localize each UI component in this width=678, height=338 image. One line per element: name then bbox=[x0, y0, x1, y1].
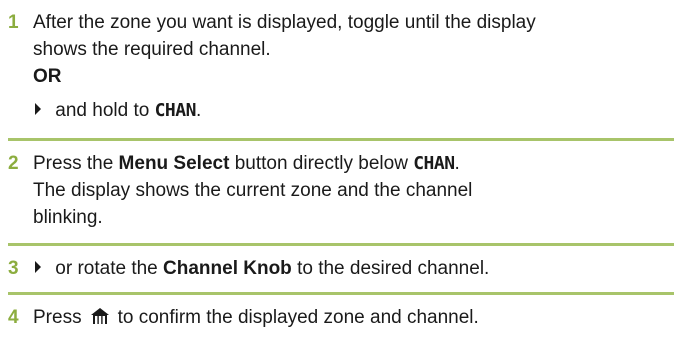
channel-knob-label: Channel Knob bbox=[163, 258, 292, 279]
step-text: button directly below bbox=[229, 153, 414, 174]
step-text: The display shows the current zone and t… bbox=[33, 180, 473, 201]
step-text: or rotate the bbox=[50, 258, 164, 279]
step-text: Press the Menu Select button directly be… bbox=[33, 150, 673, 177]
divider bbox=[8, 138, 674, 141]
step-text: blinking. bbox=[33, 207, 103, 228]
step-text: Press bbox=[33, 307, 82, 328]
instruction-steps: 1 After the zone you want is displayed, … bbox=[0, 0, 678, 338]
step-text: . bbox=[195, 100, 202, 121]
step-text: to confirm the displayed zone and channe… bbox=[117, 307, 479, 328]
chan-label: CHAN bbox=[413, 153, 455, 174]
step-text: After the zone you want is displayed, to… bbox=[33, 12, 536, 33]
chan-label: CHAN bbox=[154, 100, 197, 121]
menu-select-label: Menu Select bbox=[118, 153, 230, 174]
divider bbox=[8, 243, 674, 246]
right-arrow-icon bbox=[35, 261, 41, 273]
step-alt-text: and hold to CHAN. bbox=[33, 97, 673, 124]
divider bbox=[8, 292, 674, 295]
step-text: and hold to bbox=[50, 100, 155, 121]
step-text: shows the required channel. bbox=[33, 39, 271, 60]
step-body: After the zone you want is displayed, to… bbox=[33, 9, 673, 124]
step-body: Press the Menu Select button directly be… bbox=[33, 150, 673, 231]
step-number: 4 bbox=[8, 307, 19, 328]
step-body: Press to confirm the displayed zone and c… bbox=[33, 304, 673, 331]
step-number: 2 bbox=[8, 153, 19, 174]
right-arrow-icon bbox=[35, 103, 41, 115]
step-text: . bbox=[454, 153, 460, 174]
or-label: OR bbox=[33, 66, 62, 87]
step-text: Press to confirm the displayed zone and c… bbox=[33, 304, 673, 331]
step-body: or rotate the Channel Knob to the desire… bbox=[33, 255, 673, 282]
step-number: 3 bbox=[8, 258, 19, 279]
step-text: or rotate the Channel Knob to the desire… bbox=[33, 255, 673, 282]
step-number: 1 bbox=[8, 12, 19, 33]
step-text: Press the bbox=[33, 153, 119, 174]
step-text: to the desired channel. bbox=[291, 258, 490, 279]
home-icon bbox=[90, 308, 109, 324]
